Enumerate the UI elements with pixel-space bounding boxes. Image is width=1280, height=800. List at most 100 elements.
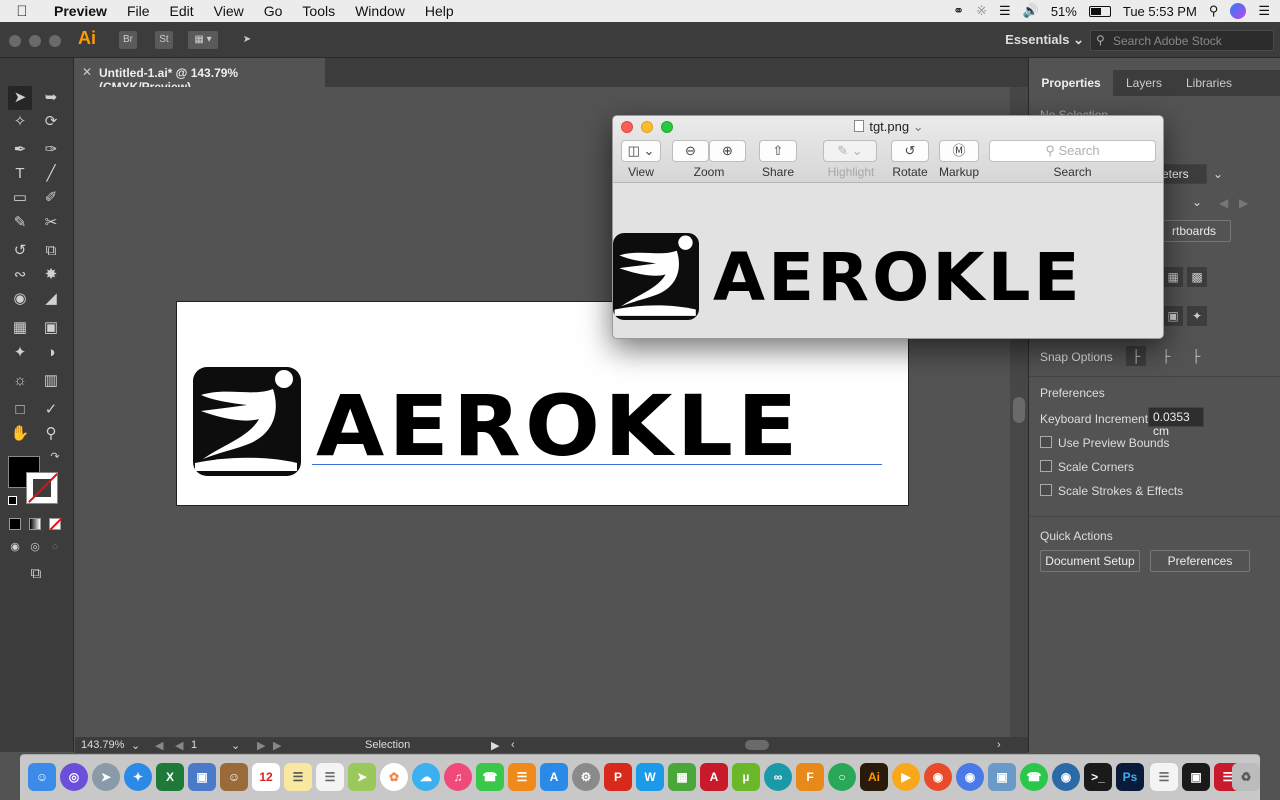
preview-title[interactable]: tgt.png ⌄	[613, 119, 1163, 135]
keyboard-increment-field[interactable]: 0.0353 cm	[1148, 407, 1204, 438]
aerokle-file-icon[interactable]: ▣	[1182, 763, 1210, 791]
guides-icon[interactable]: ▣	[1163, 306, 1183, 326]
contacts-icon[interactable]: ☺	[220, 763, 248, 791]
highlight-button[interactable]: ✎ ⌄	[823, 140, 877, 162]
draw-behind-icon[interactable]: ◎	[25, 537, 45, 557]
title-chevron-down-icon[interactable]: ⌄	[913, 119, 924, 134]
scale-corners-checkbox[interactable]	[1040, 460, 1052, 472]
status-menu-icon[interactable]: ▶	[491, 739, 499, 752]
trash-icon[interactable]: ♻	[1232, 763, 1260, 791]
chrome-icon[interactable]: ◉	[924, 763, 952, 791]
excel-icon[interactable]: X	[156, 763, 184, 791]
units-dropdown[interactable]: eters	[1157, 164, 1207, 184]
app-store-icon[interactable]: A	[540, 763, 568, 791]
books-icon[interactable]: ☰	[508, 763, 536, 791]
units-dropdown-icon[interactable]: ⌄	[1213, 167, 1223, 181]
scroll-left-icon[interactable]: ‹	[511, 739, 515, 751]
snap-to-grid-icon[interactable]: ├	[1156, 346, 1176, 366]
finder-icon[interactable]: ☺	[28, 763, 56, 791]
rulers-grid-icon[interactable]: ▦	[1163, 267, 1183, 287]
spotlight-search-icon[interactable]: ⚲	[1209, 3, 1219, 19]
snap-to-point-icon[interactable]: ├	[1186, 346, 1206, 366]
preview-search-input[interactable]: ⚲ Search	[989, 140, 1156, 162]
next-artboard-arrow-icon[interactable]: ▶	[1239, 196, 1248, 210]
mesh-tool-icon[interactable]: ▦	[8, 316, 32, 340]
zoom-in-button[interactable]: ⊕	[709, 140, 746, 162]
bridge-button[interactable]: Br	[119, 31, 137, 49]
selection-tool-icon[interactable]: ➤	[8, 86, 32, 110]
gradient-mode-icon[interactable]	[29, 518, 41, 530]
calendar-icon[interactable]: 12	[252, 763, 280, 791]
notes-icon[interactable]: ☰	[284, 763, 312, 791]
draw-normal-icon[interactable]: ◉	[5, 537, 25, 557]
facetime-icon[interactable]: ☎	[476, 763, 504, 791]
pen-tool-icon[interactable]: ✒	[8, 138, 32, 162]
music-icon[interactable]: ♫	[444, 763, 472, 791]
word-style-app-icon[interactable]: W	[636, 763, 664, 791]
scissors-tool-icon[interactable]: ✂	[39, 211, 63, 235]
magic-wand-tool-icon[interactable]: ✧	[8, 110, 32, 134]
workspace-switcher[interactable]: Essentials ⌄	[1005, 32, 1084, 48]
rotate-tool-icon[interactable]: ↺	[8, 239, 32, 263]
scale-tool-icon[interactable]: ⧉	[39, 239, 63, 263]
artboard-selector-dropdown-icon[interactable]: ⌄	[1192, 195, 1202, 209]
menu-app-preview[interactable]: Preview	[44, 3, 117, 19]
tab-layers[interactable]: Layers	[1113, 70, 1175, 96]
acrobat-icon[interactable]: A	[700, 763, 728, 791]
preview-image-area[interactable]: AEROKLE	[613, 183, 1163, 338]
window-zoom-button[interactable]	[49, 35, 61, 47]
zoom-level[interactable]: 143.79%	[81, 739, 124, 751]
media-player-icon[interactable]: ▶	[892, 763, 920, 791]
transparency-grid-icon[interactable]: ▩	[1187, 267, 1207, 287]
arduino-icon[interactable]: ∞	[764, 763, 792, 791]
share-button[interactable]: ⇧	[759, 140, 797, 162]
zoom-dropdown-icon[interactable]: ⌄	[131, 739, 140, 752]
change-screen-mode-icon[interactable]: ⧉	[24, 562, 48, 586]
apple-menu-icon[interactable]: 	[0, 3, 44, 20]
pdf-app-icon[interactable]: P	[604, 763, 632, 791]
document-tab[interactable]: ✕ Untitled-1.ai* @ 143.79% (CMYK/Preview…	[75, 58, 325, 94]
clock[interactable]: Tue 5:53 PM	[1123, 4, 1197, 19]
stroke-color-swatch[interactable]	[26, 472, 58, 504]
terminal-icon[interactable]: >_	[1084, 763, 1112, 791]
hand-tool-icon[interactable]: ✋	[8, 422, 32, 446]
color-mode-icon[interactable]	[9, 518, 21, 530]
volume-icon[interactable]: 🔊	[1023, 3, 1039, 19]
paintbrush-tool-icon[interactable]: ✐	[39, 186, 63, 210]
type-tool-icon[interactable]: T	[8, 162, 32, 186]
artboard-tool-icon[interactable]: □	[8, 398, 32, 422]
messages-icon[interactable]: ☁	[412, 763, 440, 791]
aerokle-logo-mark[interactable]	[193, 367, 301, 476]
previous-artboard-icon[interactable]: ◀	[175, 739, 183, 752]
eyedropper-tool-icon[interactable]: ✦	[8, 341, 32, 365]
preferences-button[interactable]: Preferences	[1150, 550, 1250, 572]
document-setup-button[interactable]: Document Setup	[1040, 550, 1140, 572]
preview-window[interactable]: tgt.png ⌄ ◫ ⌄ View ⊖ ⊕ Zoom ⇧ Share ✎ ⌄ …	[612, 115, 1164, 339]
menu-file[interactable]: File	[117, 3, 160, 19]
menu-window[interactable]: Window	[345, 3, 415, 19]
symbol-sprayer-tool-icon[interactable]: ☼	[8, 369, 32, 393]
battery-percent[interactable]: 51%	[1051, 4, 1077, 19]
wifi-icon[interactable]: ☰	[999, 3, 1011, 19]
draw-inside-icon[interactable]: ○	[45, 537, 65, 557]
window-close-button[interactable]	[9, 35, 21, 47]
direct-selection-tool-icon[interactable]: ➥	[39, 86, 63, 110]
markup-button[interactable]: Ⓜ	[939, 140, 979, 162]
close-document-icon[interactable]: ✕	[82, 65, 92, 79]
scrollbar-thumb[interactable]	[1013, 397, 1025, 423]
shaper-tool-icon[interactable]: ✎	[8, 211, 32, 235]
photos-icon[interactable]: ✿	[380, 763, 408, 791]
grid-app-icon[interactable]: ▦	[668, 763, 696, 791]
system-preferences-icon[interactable]: ⚙	[572, 763, 600, 791]
artboard-dropdown-icon[interactable]: ⌄	[231, 739, 240, 752]
notification-center-icon[interactable]: ☰	[1258, 3, 1270, 19]
illustrator-dock-icon[interactable]: Ai	[860, 763, 888, 791]
none-mode-icon[interactable]	[49, 517, 63, 531]
first-artboard-icon[interactable]: ◀	[155, 739, 163, 752]
siri-dock-icon[interactable]: ◎	[60, 763, 88, 791]
horizontal-scroll-thumb[interactable]	[745, 740, 769, 750]
snap-to-pixel-icon[interactable]: ├	[1126, 346, 1146, 366]
globe-app-icon[interactable]: ○	[828, 763, 856, 791]
menu-tools[interactable]: Tools	[292, 3, 345, 19]
use-preview-bounds-checkbox[interactable]	[1040, 436, 1052, 448]
